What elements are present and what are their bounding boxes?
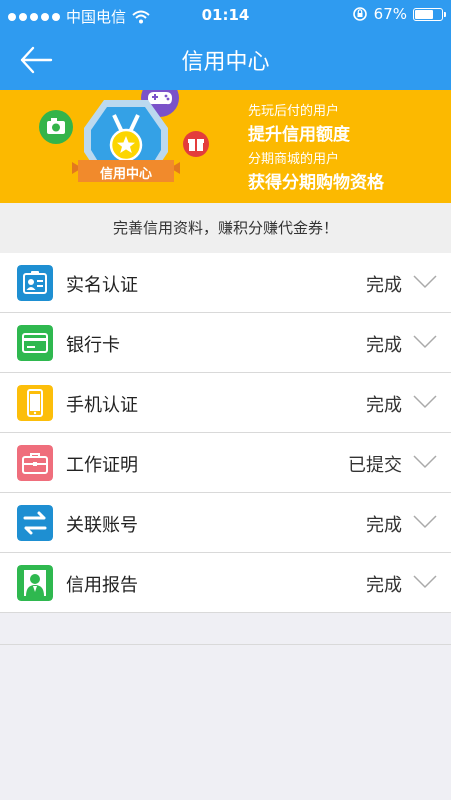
list-item-linked-account[interactable]: 关联账号 完成 (0, 493, 451, 553)
item-label: 手机认证 (66, 395, 138, 416)
list-item-work-proof[interactable]: 工作证明 已提交 (0, 433, 451, 493)
credit-item-list: 实名认证 完成 银行卡 完成 手机认证 完成 工作证明 已提交 关联账号 完成 … (0, 253, 451, 613)
chevron-down-icon (413, 275, 437, 289)
battery-percent: 67% (373, 5, 407, 23)
list-item-bank-card[interactable]: 银行卡 完成 (0, 313, 451, 373)
badge-label: 信用中心 (99, 167, 152, 182)
status-bar: 中国电信 01:14 67% (0, 0, 451, 30)
battery-icon (413, 7, 446, 21)
divider (0, 644, 451, 645)
user-report-icon (17, 565, 53, 601)
nav-bar: 信用中心 (0, 30, 451, 90)
chevron-down-icon (413, 575, 437, 589)
item-label: 实名认证 (66, 275, 138, 296)
status-right: 67% (352, 5, 446, 23)
banner-line-1: 先玩后付的用户 (248, 104, 340, 119)
mobile-phone-icon (17, 385, 53, 421)
item-status: 完成 (366, 335, 402, 356)
promo-banner[interactable]: 信用中心 先玩后付的用户 提升信用额度 分期商城的用户 获得分期购物资格 (0, 90, 451, 203)
item-label: 信用报告 (66, 575, 138, 596)
chevron-down-icon (413, 395, 437, 409)
link-arrows-icon (17, 505, 53, 541)
item-status: 完成 (366, 275, 402, 296)
chevron-down-icon (413, 455, 437, 469)
item-status: 完成 (366, 395, 402, 416)
chevron-down-icon (413, 515, 437, 529)
id-card-icon (17, 265, 53, 301)
gift-icon (183, 131, 209, 157)
banner-line-4: 获得分期购物资格 (248, 173, 384, 193)
camera-icon (39, 110, 73, 144)
list-item-credit-report[interactable]: 信用报告 完成 (0, 553, 451, 613)
list-item-phone-verify[interactable]: 手机认证 完成 (0, 373, 451, 433)
item-label: 关联账号 (66, 515, 138, 536)
list-item-real-name[interactable]: 实名认证 完成 (0, 253, 451, 313)
orientation-lock-icon (352, 7, 367, 21)
item-status: 完成 (366, 575, 402, 596)
bank-card-icon (17, 325, 53, 361)
banner-line-3: 分期商城的用户 (248, 152, 340, 167)
briefcase-icon (17, 445, 53, 481)
credit-badge-illustration (39, 90, 209, 182)
notice-text: 完善信用资料，赚积分赚代金券！ (0, 203, 451, 254)
item-label: 工作证明 (66, 455, 138, 476)
chevron-down-icon (413, 335, 437, 349)
page-title: 信用中心 (181, 50, 270, 75)
banner-line-2: 提升信用额度 (248, 125, 350, 145)
item-label: 银行卡 (66, 335, 120, 356)
item-status: 已提交 (348, 455, 402, 476)
item-status: 完成 (366, 515, 402, 536)
